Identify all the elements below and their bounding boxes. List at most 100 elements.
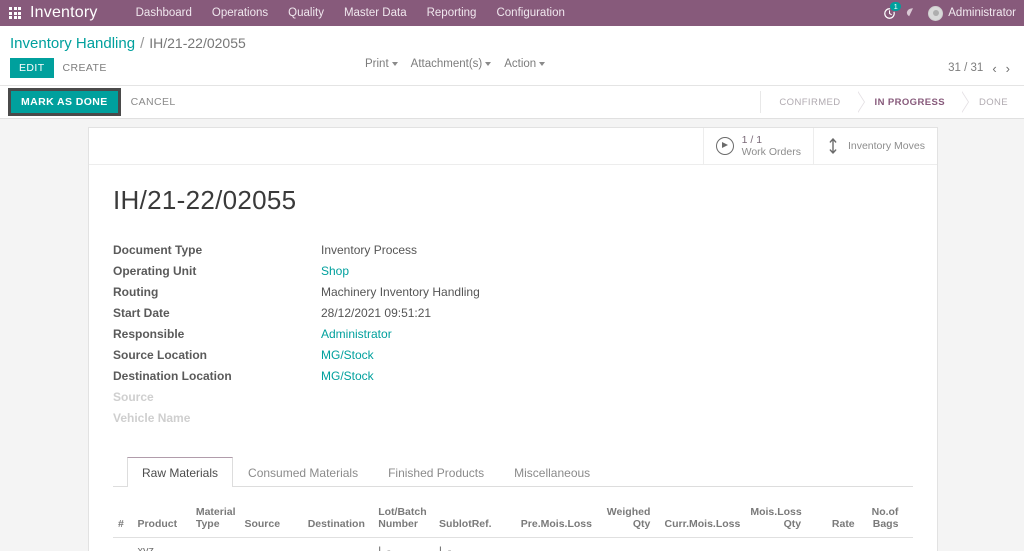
field-label-source: Source <box>113 387 321 408</box>
apps-menu-button[interactable] <box>0 7 30 19</box>
play-circle-icon <box>716 137 734 155</box>
breadcrumb: Inventory Handling / IH/21-22/02055 <box>0 26 1024 52</box>
field-row-vehicle-name: Vehicle Name <box>113 408 480 429</box>
form-view-body: 1 / 1 Work Orders Inventory Moves IH/21-… <box>0 119 1024 551</box>
field-label-routing: Routing <box>113 282 321 303</box>
attachments-dropdown[interactable]: Attachment(s) <box>411 58 492 70</box>
cell-mois-loss-qty: 0.00 <box>745 538 806 551</box>
cell-destination: MG/Stock <box>303 538 374 551</box>
tab-finished-products[interactable]: Finished Products <box>373 457 499 487</box>
smart-buttons-bar: 1 / 1 Work Orders Inventory Moves <box>89 128 937 165</box>
cell-material-type <box>191 538 240 551</box>
cancel-button[interactable]: CANCEL <box>121 92 186 112</box>
field-label-operating-unit: Operating Unit <box>113 261 321 282</box>
table-row[interactable]: 1 xyz paddy MG/Stock MG/Stock L - 000003… <box>113 538 913 551</box>
field-row-operating-unit: Operating Unit Shop <box>113 261 480 282</box>
column-header-mois-loss-qty[interactable]: Mois.Loss Qty <box>745 487 806 538</box>
field-label-vehicle-name: Vehicle Name <box>113 408 321 429</box>
breadcrumb-parent-link[interactable]: Inventory Handling <box>10 35 135 52</box>
field-value-operating-unit[interactable]: Shop <box>321 261 480 282</box>
raw-materials-table: # Product Material Type Source Destinati… <box>113 487 913 551</box>
status-stage-in-progress[interactable]: IN PROGRESS <box>857 91 961 113</box>
attachments-label: Attachment(s) <box>411 58 483 70</box>
pager-next-icon[interactable]: › <box>1006 62 1010 75</box>
field-label-document-type: Document Type <box>113 240 321 261</box>
column-header-pre-mois-loss[interactable]: Pre.Mois.Loss <box>509 487 597 538</box>
work-orders-label: Work Orders <box>742 146 801 158</box>
field-value-document-type: Inventory Process <box>321 240 480 261</box>
field-value-destination-location[interactable]: MG/Stock <box>321 366 480 387</box>
pager-previous-icon[interactable]: ‹ <box>992 62 996 75</box>
column-header-weighed-qty[interactable]: Weighed Qty <box>597 487 655 538</box>
field-row-start-date: Start Date 28/12/2021 09:51:21 <box>113 303 480 324</box>
column-header-rate[interactable]: Rate <box>806 487 860 538</box>
activity-clock-icon[interactable]: 1 <box>880 4 898 22</box>
menu-item-master-data[interactable]: Master Data <box>334 2 417 24</box>
record-fields: Document Type Inventory Process Operatin… <box>113 240 480 429</box>
field-value-start-date: 28/12/2021 09:51:21 <box>321 303 480 324</box>
smart-button-inventory-moves[interactable]: Inventory Moves <box>813 128 937 164</box>
cell-nos: 0.00 <box>903 538 913 551</box>
column-header-product[interactable]: Product <box>132 487 190 538</box>
status-pipeline: CONFIRMED IN PROGRESS DONE <box>760 91 1024 113</box>
column-header-material-type[interactable]: Material Type <box>191 487 240 538</box>
column-header-no-of-bags[interactable]: No.of Bags <box>860 487 904 538</box>
top-navbar: Inventory Dashboard Operations Quality M… <box>0 0 1024 26</box>
control-panel: Inventory Handling / IH/21-22/02055 EDIT… <box>0 26 1024 86</box>
create-button[interactable]: CREATE <box>54 58 116 78</box>
cell-source: MG/Stock <box>239 538 302 551</box>
column-header-index[interactable]: # <box>113 487 132 538</box>
menu-item-dashboard[interactable]: Dashboard <box>126 2 202 24</box>
mark-as-done-button[interactable]: MARK AS DONE <box>8 88 121 116</box>
action-label: Action <box>504 58 536 70</box>
column-header-curr-mois-loss[interactable]: Curr.Mois.Loss <box>655 487 745 538</box>
print-dropdown[interactable]: Print <box>365 58 398 70</box>
user-menu[interactable]: Administrator <box>928 6 1016 21</box>
chat-bubble-icon[interactable] <box>904 4 922 22</box>
cell-pre-mois-loss: 0.00 <box>509 538 597 551</box>
menu-item-configuration[interactable]: Configuration <box>486 2 574 24</box>
column-header-sublot-ref[interactable]: SublotRef. <box>434 487 509 538</box>
column-header-source[interactable]: Source <box>239 487 302 538</box>
tab-miscellaneous[interactable]: Miscellaneous <box>499 457 605 487</box>
action-dropdown[interactable]: Action <box>504 58 545 70</box>
up-down-arrow-icon <box>826 137 840 155</box>
field-label-source-location: Source Location <box>113 345 321 366</box>
navbar-right-tools: 1 Administrator <box>880 4 1018 22</box>
work-orders-text: 1 / 1 Work Orders <box>742 134 801 158</box>
main-menu: Dashboard Operations Quality Master Data… <box>126 2 881 24</box>
column-header-nos[interactable]: Nos <box>903 487 913 538</box>
menu-item-quality[interactable]: Quality <box>278 2 334 24</box>
menu-item-operations[interactable]: Operations <box>202 2 278 24</box>
edit-button[interactable]: EDIT <box>10 58 54 78</box>
inventory-moves-label: Inventory Moves <box>848 140 925 152</box>
field-row-source: Source <box>113 387 480 408</box>
cell-product: xyz paddy <box>132 538 190 551</box>
menu-item-reporting[interactable]: Reporting <box>417 2 487 24</box>
field-value-responsible[interactable]: Administrator <box>321 324 480 345</box>
smart-button-work-orders[interactable]: 1 / 1 Work Orders <box>703 128 813 164</box>
field-value-source-location[interactable]: MG/Stock <box>321 345 480 366</box>
avatar <box>928 6 943 21</box>
record-pager: 31 / 31 ‹ › <box>948 62 1014 75</box>
table-header-row: # Product Material Type Source Destinati… <box>113 487 913 538</box>
column-header-destination[interactable]: Destination <box>303 487 374 538</box>
control-panel-dropdowns: Print Attachment(s) Action <box>365 58 545 70</box>
breadcrumb-current-record: IH/21-22/02055 <box>149 35 246 51</box>
tab-consumed-materials[interactable]: Consumed Materials <box>233 457 373 487</box>
app-brand-title[interactable]: Inventory <box>30 4 98 22</box>
field-row-document-type: Document Type Inventory Process <box>113 240 480 261</box>
field-row-destination-location: Destination Location MG/Stock <box>113 366 480 387</box>
tab-raw-materials[interactable]: Raw Materials <box>127 457 233 487</box>
chevron-down-icon <box>392 62 398 66</box>
status-stage-confirmed[interactable]: CONFIRMED <box>761 91 856 113</box>
field-label-responsible: Responsible <box>113 324 321 345</box>
status-stage-done[interactable]: DONE <box>961 91 1024 113</box>
field-label-destination-location: Destination Location <box>113 366 321 387</box>
table-body: 1 xyz paddy MG/Stock MG/Stock L - 000003… <box>113 538 913 551</box>
cell-no-of-bags: 0.00 <box>860 538 904 551</box>
cell-sublot-ref: L - 0000031/4/1 <box>434 538 509 551</box>
breadcrumb-separator: / <box>140 35 144 52</box>
cell-weighed-qty: 0.00 <box>597 538 655 551</box>
column-header-lot-batch-number[interactable]: Lot/Batch Number <box>373 487 434 538</box>
